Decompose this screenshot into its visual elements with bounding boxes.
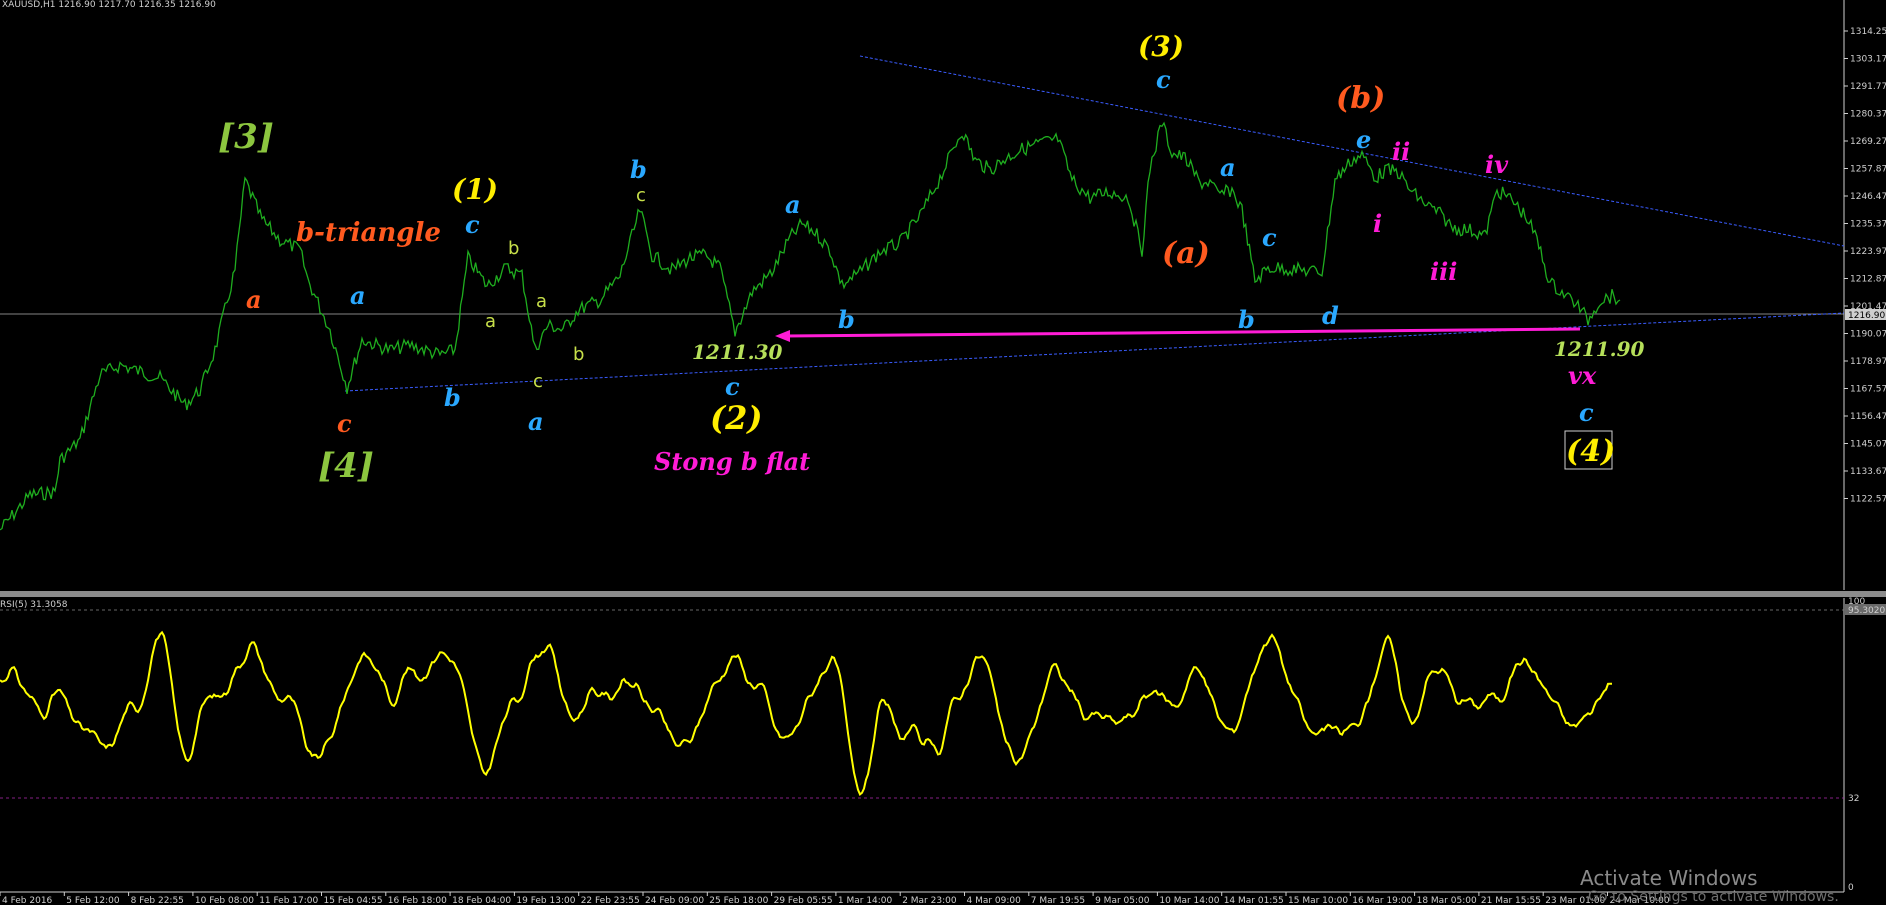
price-tick-label: 1190.07 (1850, 330, 1886, 340)
price-tick-label: 1303.17 (1850, 55, 1886, 65)
rsi-mid-label: 32 (1848, 794, 1859, 804)
wave-annotations: [3] [4] b-triangle (1) (2) (3) (4) (a) (… (218, 30, 1645, 486)
rsi-label: RSI(5) 31.3058 (0, 600, 68, 610)
price-tick-label: 1223.97 (1850, 247, 1886, 257)
rsi-top-value: 95.3020 (1848, 606, 1885, 616)
price-tick-label: 1269.27 (1850, 137, 1886, 147)
blue-d-label: d (1322, 301, 1339, 330)
wave-label-4-bracket: [4] (318, 446, 374, 486)
time-tick-label: 16 Feb 18:00 (388, 896, 447, 905)
price-tick-label: 1246.47 (1850, 192, 1886, 202)
strong-b-flat-label: Stong b flat (654, 447, 810, 476)
price-axis-ticks: 1314.25 1303.17 1291.77 1280.37 1269.27 1257.… (1844, 27, 1886, 505)
time-tick-label: 11 Feb 17:00 (259, 896, 318, 905)
blue-c-label-3: c (1156, 65, 1171, 94)
orange-c-label: c (337, 409, 352, 438)
price-tick-label: 1178.97 (1850, 357, 1886, 367)
time-tick-label: 25 Feb 18:00 (709, 896, 768, 905)
time-tick-label: 10 Mar 14:00 (1159, 896, 1219, 905)
green-c-label-2: c (533, 371, 543, 392)
orange-a-label: a (246, 285, 262, 314)
price-tick-label: 1212.87 (1850, 275, 1886, 285)
blue-a-label-2: a (528, 407, 544, 436)
blue-b-label-1: b (444, 383, 461, 412)
time-tick-label: 18 Mar 05:00 (1417, 896, 1477, 905)
panel-separator[interactable] (0, 591, 1886, 597)
vx-label: vx (1568, 361, 1597, 390)
roman-iv-label: iv (1485, 150, 1509, 179)
b-triangle-label: b-triangle (296, 218, 441, 248)
green-c-label-1: c (636, 185, 646, 206)
wave-label-b: (b) (1336, 81, 1385, 116)
time-tick-label: 8 Feb 22:55 (131, 896, 184, 905)
time-tick-label: 4 Feb 2016 (2, 896, 53, 905)
green-a-label-1: a (485, 311, 496, 332)
time-tick-label: 19 Feb 13:00 (516, 896, 575, 905)
blue-c-label-4: c (1262, 223, 1277, 252)
blue-b-label-3: b (838, 305, 855, 334)
activate-windows-title: Activate Windows (1580, 866, 1758, 890)
blue-a-label-1: a (350, 281, 366, 310)
blue-c-label-1: c (465, 210, 480, 239)
price-tick-label: 1235.37 (1850, 220, 1886, 230)
blue-c-label-5: c (1579, 398, 1594, 427)
time-tick-label: 15 Feb 04:55 (324, 896, 383, 905)
rsi-line (0, 630, 1612, 797)
time-tick-label: 18 Feb 04:00 (452, 896, 511, 905)
blue-c-label-2: c (725, 372, 740, 401)
blue-a-label-3: a (785, 190, 801, 219)
roman-i-label: i (1373, 209, 1382, 238)
time-tick-label: 22 Feb 23:55 (581, 896, 640, 905)
rsi-bottom-label: 0 (1848, 883, 1854, 893)
price-label-1211-90: 1211.90 (1554, 337, 1645, 361)
time-tick-label: 24 Feb 09:00 (645, 896, 704, 905)
symbol-info: XAUUSD,H1 1216.90 1217.70 1216.35 1216.9… (2, 0, 216, 10)
roman-ii-label: ii (1392, 137, 1410, 166)
price-label-1211-30: 1211.30 (692, 340, 783, 364)
price-tick-label: 1145.07 (1850, 440, 1886, 450)
activate-windows-subtitle: Go to Settings to activate Windows. (1588, 889, 1839, 905)
wave-label-3-bracket: [3] (218, 117, 274, 157)
wave-label-a: (a) (1162, 236, 1210, 271)
time-tick-label: 10 Feb 08:00 (195, 896, 254, 905)
price-tick-label: 1314.25 (1850, 27, 1886, 37)
time-tick-label: 16 Mar 19:00 (1352, 896, 1412, 905)
time-tick-label: 15 Mar 10:00 (1288, 896, 1348, 905)
time-tick-label: 4 Mar 09:00 (967, 896, 1022, 905)
time-axis-ticks: 4 Feb 2016 5 Feb 12:00 8 Feb 22:55 10 Feb 0… (0, 892, 1670, 905)
price-tick-label: 1156.47 (1850, 412, 1886, 422)
price-tick-label: 1257.87 (1850, 165, 1886, 175)
chart-canvas[interactable]: XAUUSD,H1 1216.90 1217.70 1216.35 1216.9… (0, 0, 1886, 905)
wave-label-1: (1) (452, 173, 498, 206)
time-tick-label: 5 Feb 12:00 (66, 896, 120, 905)
green-b-label-2: b (573, 344, 584, 365)
time-tick-label: 2 Mar 23:00 (902, 896, 957, 905)
time-tick-label: 29 Feb 05:55 (774, 896, 833, 905)
time-tick-label: 1 Mar 14:00 (838, 896, 893, 905)
price-tick-label: 1291.77 (1850, 82, 1886, 92)
price-tick-label: 1122.57 (1850, 495, 1886, 505)
wave-label-2: (2) (710, 399, 763, 437)
blue-b-label-4: b (1238, 305, 1255, 334)
price-tick-label: 1167.57 (1850, 385, 1886, 395)
price-tick-label: 1280.37 (1850, 110, 1886, 120)
price-tick-label: 1133.67 (1850, 467, 1886, 477)
blue-e-label: e (1356, 125, 1371, 154)
wave-label-3: (3) (1138, 30, 1184, 63)
current-price-label: 1216.90 (1848, 311, 1885, 321)
blue-a-label-4: a (1220, 153, 1236, 182)
green-b-label-1: b (508, 238, 519, 259)
green-a-label-2: a (536, 291, 547, 312)
wave-label-4: (4) (1566, 434, 1615, 469)
time-tick-label: 21 Mar 15:55 (1481, 896, 1541, 905)
time-tick-label: 9 Mar 05:00 (1095, 896, 1150, 905)
time-tick-label: 7 Mar 19:55 (1031, 896, 1085, 905)
time-tick-label: 14 Mar 01:55 (1224, 896, 1284, 905)
roman-iii-label: iii (1430, 257, 1457, 286)
blue-b-label-2: b (630, 155, 647, 184)
